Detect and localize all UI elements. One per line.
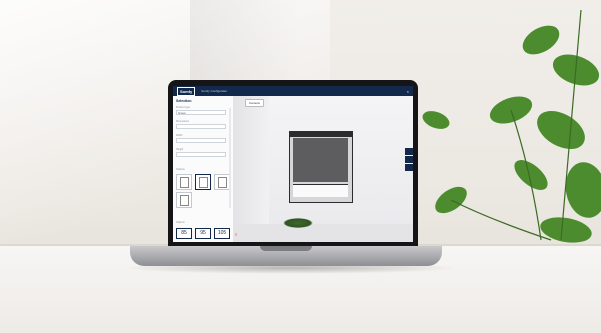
size-options: 85 95 105 [176, 228, 230, 239]
close-icon[interactable]: × [407, 89, 409, 94]
photo-background: Somfy Somfy Configurator × Selection Pro… [0, 0, 601, 333]
sidebar-scrollbar[interactable] [229, 108, 231, 208]
size-label: Options [176, 221, 185, 224]
window-icon [180, 177, 189, 188]
app-title: Somfy Configurator [201, 89, 228, 93]
field-label-width: Width [176, 134, 183, 137]
options-label: Options [176, 168, 185, 171]
3d-viewport[interactable]: Camera ≡ [233, 96, 413, 242]
configurator-sidebar: Selection Product type Screen Dimensions… [173, 96, 234, 242]
style-option-3[interactable] [214, 174, 230, 190]
field-label-height: Height [176, 148, 184, 151]
dimensions-field[interactable] [176, 124, 226, 129]
side-tab-2[interactable] [405, 156, 413, 163]
style-thumbnails [176, 174, 230, 190]
laptop-base [130, 246, 442, 266]
height-field[interactable] [176, 152, 226, 157]
window-icon [180, 195, 189, 206]
brand-logo[interactable]: Somfy [177, 86, 196, 96]
style-option-2[interactable] [195, 174, 211, 190]
width-field[interactable] [176, 138, 226, 143]
camera-chip[interactable]: Camera [245, 99, 264, 107]
side-toolbar [405, 148, 413, 171]
size-button-105[interactable]: 105 [214, 228, 230, 239]
bush-illustration [283, 218, 313, 228]
window-model[interactable] [289, 131, 353, 203]
screen-cassette [290, 132, 352, 137]
plant-illustration [422, 9, 601, 243]
floor [233, 224, 413, 242]
screen-fabric [293, 138, 348, 182]
window-icon [199, 177, 208, 188]
side-tab-1[interactable] [405, 148, 413, 155]
size-button-95[interactable]: 95 [195, 228, 211, 239]
side-tab-3[interactable] [405, 164, 413, 171]
product-type-field[interactable]: Screen [176, 110, 226, 115]
window-sill [293, 184, 348, 197]
sidebar-heading: Selection [176, 99, 192, 103]
size-button-85[interactable]: 85 [176, 228, 192, 239]
style-option-1[interactable] [176, 174, 192, 190]
laptop-notch [260, 246, 312, 251]
app-header: Somfy Somfy Configurator × [173, 86, 413, 96]
laptop-screen: Somfy Somfy Configurator × Selection Pro… [173, 86, 413, 242]
window-icon [218, 177, 227, 188]
style-option-4[interactable] [176, 192, 192, 208]
left-wall [233, 96, 269, 242]
field-label-product-type: Product type [176, 106, 191, 109]
field-label-dimensions: Dimensions [176, 120, 190, 123]
axis-marker: ≡ [235, 232, 238, 237]
